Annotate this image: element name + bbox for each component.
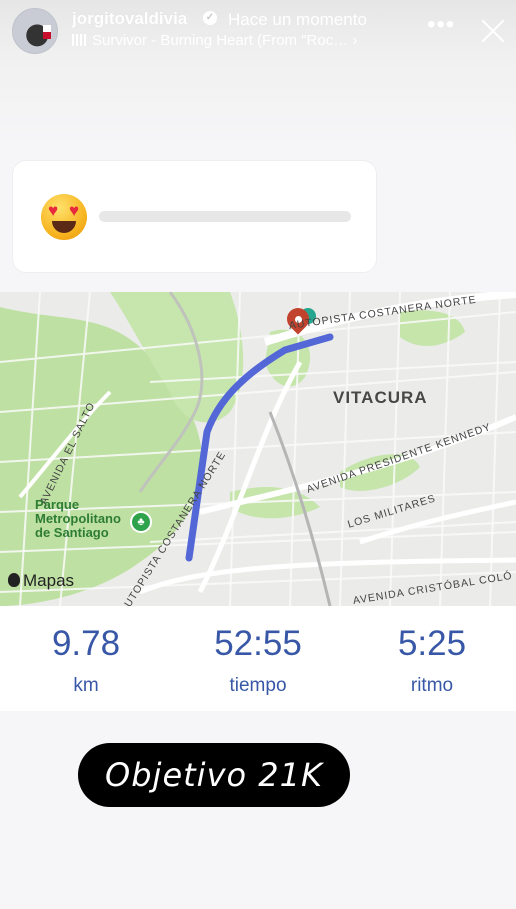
maps-brand-label: Mapas: [23, 571, 75, 590]
music-bars-icon: [72, 34, 86, 46]
district-label: VITACURA: [333, 388, 428, 407]
stat-label: tiempo: [229, 675, 287, 696]
emoji-slider-poll: ♥ ♥: [12, 160, 377, 273]
story-time: Hace un momento: [228, 10, 367, 29]
avatar[interactable]: [12, 8, 58, 54]
more-options-button[interactable]: •••: [427, 13, 455, 37]
mouth-icon: [52, 221, 76, 233]
heart-eyes-emoji-icon[interactable]: ♥ ♥: [41, 194, 87, 240]
chevron-right-icon: ›: [352, 32, 358, 49]
close-button[interactable]: [476, 14, 510, 48]
pace-stat: 5:25 ritmo: [346, 624, 516, 697]
workout-stats: 9.78 km 52:55 tiempo 5:25 ritmo: [0, 606, 516, 711]
music-track-title: Survivor - Burning Heart (From "Roc…: [92, 32, 349, 49]
stat-label: ritmo: [410, 675, 454, 696]
stat-value: 5:25: [397, 624, 467, 663]
goal-sticker: Objetivo 21K: [78, 743, 350, 807]
heart-eye-icon: ♥: [47, 201, 59, 220]
time-stat: 52:55 tiempo: [172, 624, 344, 697]
distance-stat: 9.78 km: [0, 624, 172, 697]
apple-logo-icon: [8, 573, 20, 587]
stat-value: 52:55: [214, 624, 302, 663]
heart-eye-icon: ♥: [68, 201, 80, 220]
slider-track[interactable]: [99, 211, 351, 222]
goal-text: Objetivo 21K: [105, 756, 323, 794]
maps-brand: Mapas: [8, 571, 74, 591]
stat-label: km: [73, 675, 99, 696]
stat-value: 9.78: [51, 624, 121, 663]
username[interactable]: jorgitovaldivia: [72, 9, 187, 29]
verified-badge-icon: ✓: [203, 11, 217, 25]
route-map: VITACURA AUTOPISTA COSTANERA NORTE AVENI…: [0, 292, 516, 606]
music-track-link[interactable]: Survivor - Burning Heart (From "Roc… ›: [72, 32, 357, 49]
flag-icon: [43, 25, 51, 39]
park-tree-icon: ♣: [130, 511, 152, 533]
